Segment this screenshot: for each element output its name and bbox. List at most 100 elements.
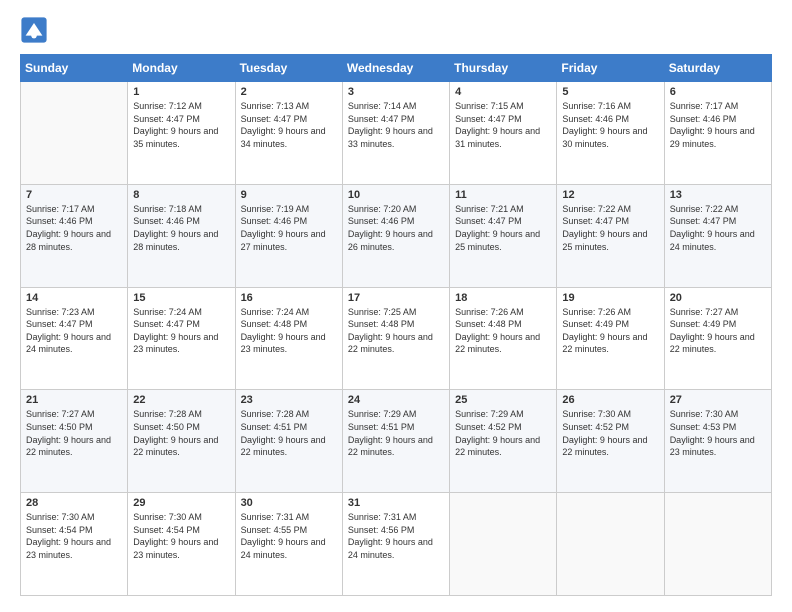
day-info: Sunrise: 7:17 AMSunset: 4:46 PMDaylight:… [26, 203, 122, 253]
weekday-header-tuesday: Tuesday [235, 55, 342, 82]
day-number: 23 [241, 394, 337, 406]
day-number: 15 [133, 292, 229, 304]
day-info: Sunrise: 7:21 AMSunset: 4:47 PMDaylight:… [455, 203, 551, 253]
day-info: Sunrise: 7:27 AMSunset: 4:50 PMDaylight:… [26, 408, 122, 458]
calendar-cell: 2 Sunrise: 7:13 AMSunset: 4:47 PMDaylight… [235, 82, 342, 185]
calendar-cell: 8 Sunrise: 7:18 AMSunset: 4:46 PMDaylight… [128, 184, 235, 287]
day-info: Sunrise: 7:30 AMSunset: 4:54 PMDaylight:… [26, 511, 122, 561]
day-info: Sunrise: 7:30 AMSunset: 4:54 PMDaylight:… [133, 511, 229, 561]
day-number: 11 [455, 189, 551, 201]
calendar-cell: 12 Sunrise: 7:22 AMSunset: 4:47 PMDayligh… [557, 184, 664, 287]
day-number: 21 [26, 394, 122, 406]
calendar-cell: 13 Sunrise: 7:22 AMSunset: 4:47 PMDayligh… [664, 184, 771, 287]
calendar-cell: 25Sunrise: 7:29 AMSunset: 4:52 PMDayligh… [450, 390, 557, 493]
day-info: Sunrise: 7:13 AMSunset: 4:47 PMDaylight:… [241, 100, 337, 150]
day-number: 5 [562, 86, 658, 98]
day-info: Sunrise: 7:22 AMSunset: 4:47 PMDaylight:… [670, 203, 766, 253]
weekday-header-saturday: Saturday [664, 55, 771, 82]
day-number: 2 [241, 86, 337, 98]
day-info: Sunrise: 7:12 AMSunset: 4:47 PMDaylight:… [133, 100, 229, 150]
day-number: 8 [133, 189, 229, 201]
calendar-cell: 27Sunrise: 7:30 AMSunset: 4:53 PMDayligh… [664, 390, 771, 493]
day-info: Sunrise: 7:31 AMSunset: 4:56 PMDaylight:… [348, 511, 444, 561]
day-info: Sunrise: 7:28 AMSunset: 4:50 PMDaylight:… [133, 408, 229, 458]
day-info: Sunrise: 7:14 AMSunset: 4:47 PMDaylight:… [348, 100, 444, 150]
calendar-week-row: 14 Sunrise: 7:23 AMSunset: 4:47 PMDayligh… [21, 287, 772, 390]
weekday-header-wednesday: Wednesday [342, 55, 449, 82]
calendar-cell: 20 Sunrise: 7:27 AMSunset: 4:49 PMDayligh… [664, 287, 771, 390]
day-number: 10 [348, 189, 444, 201]
day-info: Sunrise: 7:16 AMSunset: 4:46 PMDaylight:… [562, 100, 658, 150]
calendar-cell: 21 Sunrise: 7:27 AMSunset: 4:50 PMDayligh… [21, 390, 128, 493]
day-number: 13 [670, 189, 766, 201]
calendar-cell: 19 Sunrise: 7:26 AMSunset: 4:49 PMDayligh… [557, 287, 664, 390]
day-info: Sunrise: 7:24 AMSunset: 4:48 PMDaylight:… [241, 306, 337, 356]
calendar-cell: 10Sunrise: 7:20 AMSunset: 4:46 PMDayligh… [342, 184, 449, 287]
calendar-cell: 6Sunrise: 7:17 AMSunset: 4:46 PMDaylight… [664, 82, 771, 185]
calendar-cell: 28 Sunrise: 7:30 AMSunset: 4:54 PMDayligh… [21, 493, 128, 596]
calendar-cell: 29 Sunrise: 7:30 AMSunset: 4:54 PMDayligh… [128, 493, 235, 596]
calendar-cell: 7 Sunrise: 7:17 AMSunset: 4:46 PMDaylight… [21, 184, 128, 287]
day-number: 26 [562, 394, 658, 406]
day-number: 28 [26, 497, 122, 509]
weekday-header-thursday: Thursday [450, 55, 557, 82]
logo-icon [20, 16, 48, 44]
calendar-week-row: 1 Sunrise: 7:12 AMSunset: 4:47 PMDaylight… [21, 82, 772, 185]
weekday-header-monday: Monday [128, 55, 235, 82]
day-number: 31 [348, 497, 444, 509]
calendar-week-row: 21 Sunrise: 7:27 AMSunset: 4:50 PMDayligh… [21, 390, 772, 493]
day-number: 1 [133, 86, 229, 98]
day-info: Sunrise: 7:30 AMSunset: 4:53 PMDaylight:… [670, 408, 766, 458]
calendar-cell [664, 493, 771, 596]
day-number: 14 [26, 292, 122, 304]
day-number: 7 [26, 189, 122, 201]
day-info: Sunrise: 7:15 AMSunset: 4:47 PMDaylight:… [455, 100, 551, 150]
day-number: 16 [241, 292, 337, 304]
calendar-header: SundayMondayTuesdayWednesdayThursdayFrid… [21, 55, 772, 82]
day-number: 29 [133, 497, 229, 509]
day-info: Sunrise: 7:27 AMSunset: 4:49 PMDaylight:… [670, 306, 766, 356]
weekday-header-sunday: Sunday [21, 55, 128, 82]
calendar-cell: 24Sunrise: 7:29 AMSunset: 4:51 PMDayligh… [342, 390, 449, 493]
calendar-cell: 30 Sunrise: 7:31 AMSunset: 4:55 PMDayligh… [235, 493, 342, 596]
calendar-week-row: 28 Sunrise: 7:30 AMSunset: 4:54 PMDayligh… [21, 493, 772, 596]
calendar-cell: 22 Sunrise: 7:28 AMSunset: 4:50 PMDayligh… [128, 390, 235, 493]
day-info: Sunrise: 7:19 AMSunset: 4:46 PMDaylight:… [241, 203, 337, 253]
day-info: Sunrise: 7:30 AMSunset: 4:52 PMDaylight:… [562, 408, 658, 458]
day-number: 12 [562, 189, 658, 201]
day-info: Sunrise: 7:23 AMSunset: 4:47 PMDaylight:… [26, 306, 122, 356]
calendar-cell: 1 Sunrise: 7:12 AMSunset: 4:47 PMDaylight… [128, 82, 235, 185]
calendar-cell: 31 Sunrise: 7:31 AMSunset: 4:56 PMDayligh… [342, 493, 449, 596]
day-number: 17 [348, 292, 444, 304]
calendar-cell: 4 Sunrise: 7:15 AMSunset: 4:47 PMDaylight… [450, 82, 557, 185]
logo [20, 16, 50, 44]
calendar-cell: 17Sunrise: 7:25 AMSunset: 4:48 PMDayligh… [342, 287, 449, 390]
calendar-cell: 26 Sunrise: 7:30 AMSunset: 4:52 PMDayligh… [557, 390, 664, 493]
day-number: 30 [241, 497, 337, 509]
day-info: Sunrise: 7:22 AMSunset: 4:47 PMDaylight:… [562, 203, 658, 253]
day-number: 22 [133, 394, 229, 406]
day-info: Sunrise: 7:18 AMSunset: 4:46 PMDaylight:… [133, 203, 229, 253]
calendar-cell: 11 Sunrise: 7:21 AMSunset: 4:47 PMDayligh… [450, 184, 557, 287]
calendar-cell: 14 Sunrise: 7:23 AMSunset: 4:47 PMDayligh… [21, 287, 128, 390]
day-number: 4 [455, 86, 551, 98]
calendar-cell [450, 493, 557, 596]
day-info: Sunrise: 7:31 AMSunset: 4:55 PMDaylight:… [241, 511, 337, 561]
calendar-body: 1 Sunrise: 7:12 AMSunset: 4:47 PMDaylight… [21, 82, 772, 596]
calendar-cell: 9 Sunrise: 7:19 AMSunset: 4:46 PMDaylight… [235, 184, 342, 287]
calendar-cell [21, 82, 128, 185]
calendar-cell: 15Sunrise: 7:24 AMSunset: 4:47 PMDayligh… [128, 287, 235, 390]
calendar-cell: 5 Sunrise: 7:16 AMSunset: 4:46 PMDaylight… [557, 82, 664, 185]
day-number: 18 [455, 292, 551, 304]
day-number: 9 [241, 189, 337, 201]
day-info: Sunrise: 7:29 AMSunset: 4:52 PMDaylight:… [455, 408, 551, 458]
calendar-week-row: 7 Sunrise: 7:17 AMSunset: 4:46 PMDaylight… [21, 184, 772, 287]
calendar-cell: 3Sunrise: 7:14 AMSunset: 4:47 PMDaylight… [342, 82, 449, 185]
day-number: 20 [670, 292, 766, 304]
calendar-cell [557, 493, 664, 596]
header [20, 16, 772, 44]
day-number: 24 [348, 394, 444, 406]
day-number: 19 [562, 292, 658, 304]
day-info: Sunrise: 7:26 AMSunset: 4:49 PMDaylight:… [562, 306, 658, 356]
day-info: Sunrise: 7:28 AMSunset: 4:51 PMDaylight:… [241, 408, 337, 458]
